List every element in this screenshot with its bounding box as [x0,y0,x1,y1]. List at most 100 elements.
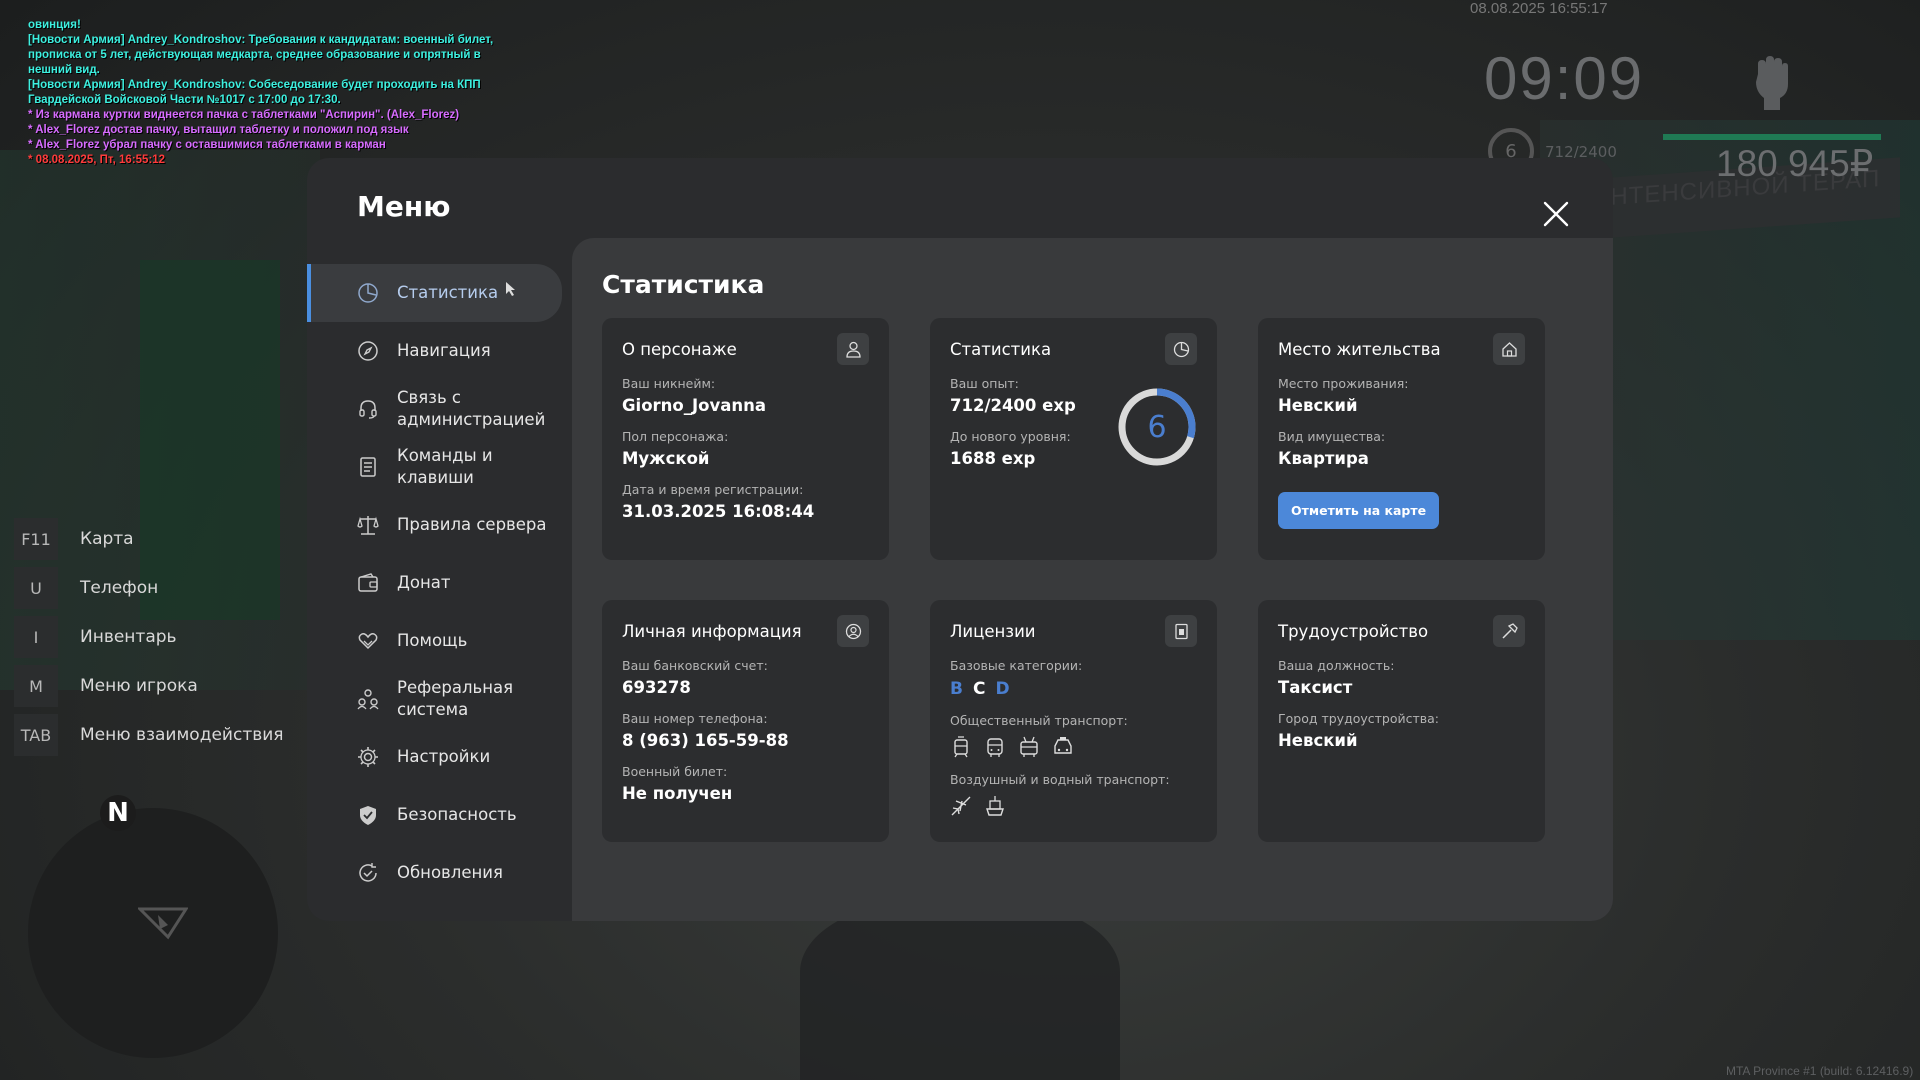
field-label: Место проживания: [1278,376,1409,391]
personal-info-card: Личная информация Ваш банковский счет: 6… [602,600,889,842]
sidebar-item-help[interactable]: Помощь [307,612,562,670]
hotkey-list: F11 Карта U Телефон I Инвентарь M Меню и… [14,518,284,763]
field-label: Общественный транспорт: [950,713,1128,728]
users-icon [357,689,379,710]
hotkey-map[interactable]: F11 Карта [14,518,284,560]
refresh-check-icon [359,863,377,882]
license-category-b: B [950,679,963,699]
public-transport-icons [950,736,1197,758]
gender-value: Мужской [622,449,710,468]
hotkey-key: I [14,616,58,658]
hotkey-key: M [14,665,58,707]
gear-icon [358,747,378,767]
plane-icon [951,796,971,816]
job-position-value: Таксист [1278,678,1353,697]
sidebar-item-referral[interactable]: Реферальная система [307,670,562,728]
field-label: Военный билет: [622,764,728,779]
sidebar-item-label: Команды и клавиши [397,446,493,487]
registration-value: 31.03.2025 16:08:44 [622,502,815,521]
sidebar-item-updates[interactable]: Обновления [307,844,562,902]
ship-icon [986,796,1004,816]
headset-icon [359,400,377,419]
stats-card: Статистика Ваш опыт: 712/2400 exp До нов… [930,318,1217,560]
chat-log: овинция! [Новости Армия] Andrey_Kondrosh… [28,18,528,168]
job-card: Трудоустройство Ваша должность: Таксист … [1258,600,1545,842]
statistics-panel: Статистика О персонаже Ваш никнейм: Gior… [572,238,1613,921]
license-categories: B C D [950,679,1197,699]
sidebar-item-donate[interactable]: Донат [307,554,562,612]
heart-hand-icon [358,633,378,650]
field-label: Дата и время регистрации: [622,482,804,497]
hotkey-label: Инвентарь [80,627,177,647]
hotkey-interaction-menu[interactable]: TAB Меню взаимодействия [14,714,284,756]
sidebar-item-label: Безопасность [397,805,517,824]
card-title: Лицензии [950,621,1036,641]
mark-on-map-button[interactable]: Отметить на карте [1278,492,1440,529]
sidebar-item-label: Правила сервера [397,515,547,534]
hotkey-player-menu[interactable]: M Меню игрока [14,665,284,707]
hud-money: 180 945₽ [1716,143,1874,184]
field-label: Ваш банковский счет: [622,658,768,673]
phone-value: 8 (963) 165-59-88 [622,731,789,750]
tram-icon [954,736,968,758]
chat-line: * Из кармана куртки виднеется пачка с та… [28,109,460,121]
sidebar-item-navigation[interactable]: Навигация [307,322,562,380]
hotkey-label: Меню взаимодействия [80,725,284,745]
field-label: Воздушный и водный транспорт: [950,772,1170,787]
license-category-c: C [972,679,986,699]
hotkey-inventory[interactable]: I Инвентарь [14,616,284,658]
person-icon [837,333,869,365]
hotkey-key: F11 [14,518,58,560]
trolleybus-icon [1020,736,1038,757]
sidebar-item-commands[interactable]: Команды и клавиши [307,438,562,496]
chat-line: Гвардейской Войсковой Части №1017 с 17:0… [28,94,341,106]
air-water-transport-icons [950,795,1197,817]
minimap-north-marker: N [100,795,136,831]
bus-icon [987,738,1003,757]
job-city-value: Невский [1278,731,1358,750]
main-menu: Меню Статистика Навигация Связь с админи… [307,158,1613,921]
hotkey-key: U [14,567,58,609]
background-character [800,900,1120,1080]
field-label: Ваш номер телефона: [622,711,768,726]
hotkey-key: TAB [14,714,58,756]
sidebar-item-label: Статистика [397,283,499,302]
sidebar-item-label: Донат [397,573,451,592]
sidebar-item-rules[interactable]: Правила сервера [307,496,562,554]
wallet-icon [358,573,378,592]
build-watermark: MTA Province #1 (build: 6.12416.9) [1726,1064,1914,1078]
field-label: Пол персонажа: [622,429,729,444]
pie-chart-icon [1165,333,1197,365]
card-title: Статистика [950,339,1052,359]
chat-line: * Alex_Florez достав пачку, вытащил табл… [28,124,409,136]
page-title: Статистика [602,270,765,299]
sidebar-item-contact-admin[interactable]: Связь с администрацией [307,380,562,438]
sidebar-item-statistics[interactable]: Статистика [307,264,562,322]
chat-line: прописка от 5 лет, действующая медкарта,… [28,49,481,61]
bank-account-value: 693278 [622,678,691,697]
hud-datetime: 08.08.2025 16:55:17 [1470,0,1608,17]
card-title: Личная информация [622,621,802,641]
military-id-value: Не получен [622,784,733,803]
close-icon[interactable] [1540,198,1572,230]
sidebar-item-label: Настройки [397,747,491,766]
hud-clock: 09:09 [1484,45,1645,112]
character-card: О персонаже Ваш никнейм: Giorno_Jovanna … [602,318,889,560]
sidebar-item-label: Помощь [397,631,468,650]
sidebar-item-security[interactable]: Безопасность [307,786,562,844]
license-category-d: D [995,679,1010,699]
mouse-cursor-icon [506,282,515,296]
level-value: 6 [1147,409,1167,445]
pie-chart-icon [358,283,378,303]
menu-sidebar: Статистика Навигация Связь с администрац… [307,264,562,902]
fist-icon [1756,56,1788,110]
hotkey-phone[interactable]: U Телефон [14,567,284,609]
taxi-icon [1054,737,1072,754]
shield-icon [360,806,376,825]
hammer-icon [1493,615,1525,647]
hud-health-bar [1663,134,1881,140]
sidebar-item-settings[interactable]: Настройки [307,728,562,786]
chat-line: [Новости Армия] Andrey_Kondroshov: Собес… [28,79,481,91]
field-label: Город трудоустройства: [1278,711,1440,726]
sidebar-item-label: Обновления [397,863,503,882]
